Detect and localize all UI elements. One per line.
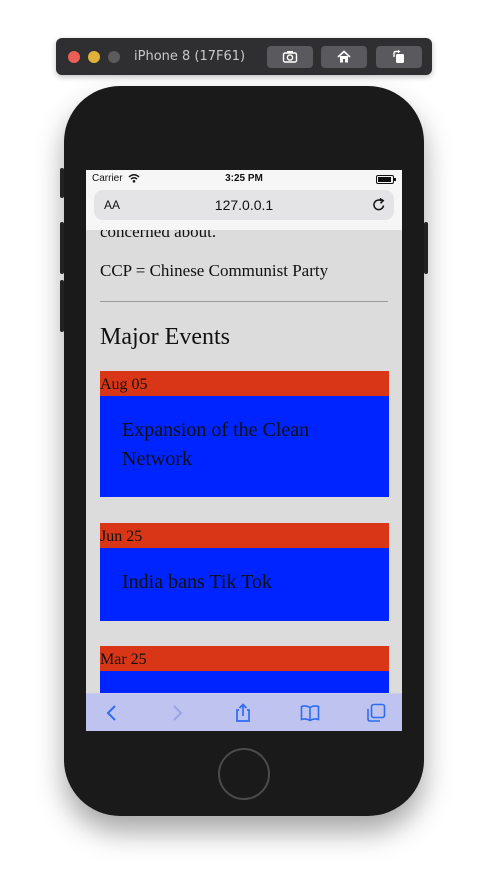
rotate-icon — [393, 49, 404, 63]
ccp-note: CCP = Chinese Communist Party — [100, 261, 329, 280]
rotate-button[interactable] — [376, 46, 422, 68]
event-title: India bans Tik Tok — [100, 548, 389, 621]
url-text[interactable]: 127.0.0.1 — [94, 197, 394, 213]
address-bar-area: AA 127.0.0.1 — [86, 188, 402, 230]
event-title: Expansion of the Clean Network — [100, 396, 389, 497]
share-icon[interactable] — [233, 703, 253, 723]
bookmarks-icon[interactable] — [300, 703, 320, 723]
address-bar[interactable]: AA 127.0.0.1 — [94, 190, 394, 220]
clock: 3:25 PM — [225, 173, 263, 184]
section-heading: Major Events — [100, 324, 230, 350]
web-content: concerned about. CCP = Chinese Communist… — [86, 230, 402, 694]
close-window-button[interactable] — [68, 51, 80, 63]
home-icon — [337, 50, 351, 63]
event-date: Aug 05 — [100, 371, 389, 396]
event-date: Jun 25 — [100, 523, 389, 548]
volume-up-button — [60, 222, 64, 274]
screenshot-button[interactable] — [267, 46, 313, 68]
status-bar: Carrier 3:25 PM — [86, 170, 402, 188]
event-card[interactable]: Mar 25 — [100, 646, 389, 694]
home-button[interactable] — [321, 46, 367, 68]
divider — [100, 301, 388, 302]
safari-toolbar — [86, 693, 402, 731]
camera-icon — [282, 51, 298, 63]
power-button — [424, 222, 428, 274]
event-date: Mar 25 — [100, 646, 389, 671]
reload-icon[interactable] — [370, 196, 388, 214]
minimize-window-button[interactable] — [88, 51, 100, 63]
device-screen: Carrier 3:25 PM AA 127.0.0.1 concerned a… — [86, 170, 402, 731]
back-icon[interactable] — [102, 703, 122, 723]
volume-down-button — [60, 280, 64, 332]
battery-icon — [376, 175, 396, 184]
event-title — [100, 671, 389, 694]
mute-switch — [60, 168, 64, 198]
tabs-icon[interactable] — [366, 703, 386, 723]
event-card[interactable]: Aug 05 Expansion of the Clean Network — [100, 371, 389, 497]
zoom-window-button[interactable] — [108, 51, 120, 63]
event-card[interactable]: Jun 25 India bans Tik Tok — [100, 523, 389, 621]
paragraph-fragment: concerned about. — [100, 230, 217, 241]
simulator-title-bar: iPhone 8 (17F61) — [56, 38, 432, 75]
forward-icon[interactable] — [167, 703, 187, 723]
device-home-button[interactable] — [218, 748, 270, 800]
simulator-title: iPhone 8 (17F61) — [134, 49, 246, 64]
